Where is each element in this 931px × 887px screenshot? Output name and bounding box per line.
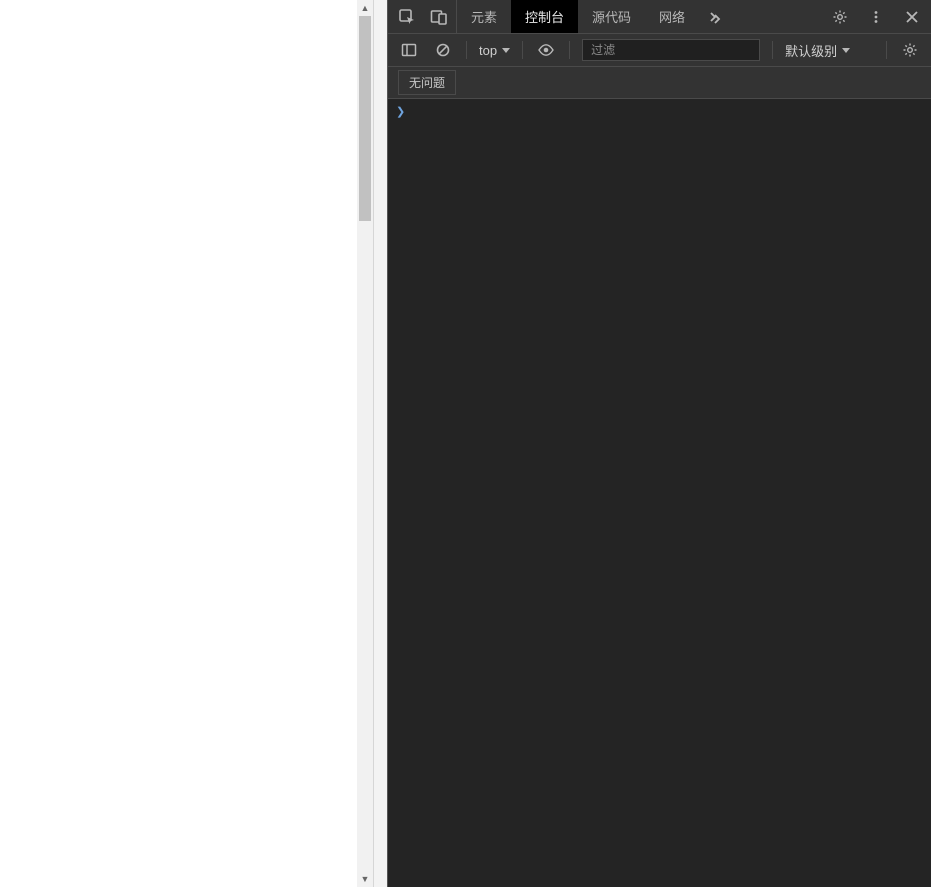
tabs-overflow-icon[interactable] <box>699 0 727 33</box>
kebab-menu-icon[interactable] <box>865 6 887 28</box>
console-prompt[interactable]: ❯ <box>396 105 923 118</box>
chevron-right-icon: ❯ <box>396 105 405 118</box>
page-scrollbar[interactable]: ▲ ▼ <box>357 0 373 887</box>
settings-gear-icon[interactable] <box>829 6 851 28</box>
tab-sources[interactable]: 源代码 <box>578 0 645 33</box>
toggle-sidebar-icon[interactable] <box>398 39 420 61</box>
console-output[interactable]: ❯ <box>388 99 931 887</box>
toolbar-separator <box>522 41 523 59</box>
issues-bar: 无问题 <box>388 67 931 99</box>
toolbar-separator <box>569 41 570 59</box>
devtools-tabbar: 元素 控制台 源代码 网络 <box>388 0 931 34</box>
inspect-element-icon[interactable] <box>396 6 418 28</box>
log-level-selector[interactable]: 默认级别 <box>785 41 850 60</box>
log-level-label: 默认级别 <box>785 41 837 60</box>
scrollbar-up-button[interactable]: ▲ <box>357 0 373 16</box>
tab-console[interactable]: 控制台 <box>511 0 578 33</box>
toolbar-separator <box>886 41 887 59</box>
caret-down-icon <box>842 48 850 53</box>
tab-network[interactable]: 网络 <box>645 0 699 33</box>
close-devtools-icon[interactable] <box>901 6 923 28</box>
devtools-resizer[interactable] <box>373 0 388 887</box>
no-issues-chip[interactable]: 无问题 <box>398 70 456 95</box>
context-selector[interactable]: top <box>479 43 510 58</box>
clear-console-icon[interactable] <box>432 39 454 61</box>
console-toolbar: top 默认级别 <box>388 34 931 67</box>
tab-elements[interactable]: 元素 <box>457 0 511 33</box>
devtools-panel: 元素 控制台 源代码 网络 <box>388 0 931 887</box>
caret-down-icon <box>502 48 510 53</box>
page-viewport: ▲ ▼ <box>0 0 373 887</box>
scrollbar-down-button[interactable]: ▼ <box>357 871 373 887</box>
toolbar-separator <box>772 41 773 59</box>
context-selector-label: top <box>479 43 497 58</box>
device-toolbar-icon[interactable] <box>428 6 450 28</box>
console-settings-gear-icon[interactable] <box>899 39 921 61</box>
live-expression-eye-icon[interactable] <box>535 39 557 61</box>
toolbar-separator <box>466 41 467 59</box>
scrollbar-thumb[interactable] <box>359 16 371 221</box>
console-filter-input[interactable] <box>582 39 760 61</box>
